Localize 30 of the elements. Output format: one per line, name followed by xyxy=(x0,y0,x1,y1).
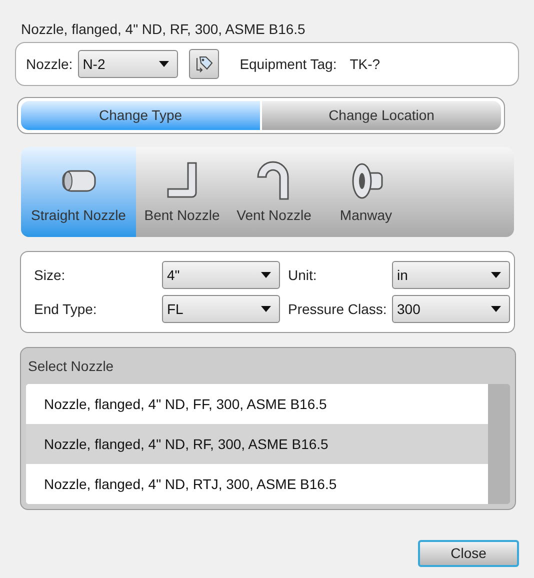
nozzle-type-button[interactable]: Manway xyxy=(320,147,412,237)
setting-label: Pressure Class: xyxy=(287,300,388,318)
nozzle-type-button[interactable]: Bent Nozzle xyxy=(136,147,228,237)
tag-button[interactable] xyxy=(188,49,219,79)
mode-tab[interactable]: Change Location xyxy=(262,101,501,130)
nozzle-type-button[interactable]: Straight Nozzle xyxy=(21,147,136,237)
dropdown-caret-icon xyxy=(158,61,169,67)
scrollbar[interactable] xyxy=(488,384,510,504)
setting-label: Size: xyxy=(34,266,66,284)
setting-dropdown[interactable]: 4" xyxy=(162,261,280,289)
nozzle-list-item[interactable]: Nozzle, flanged, 4" ND, RF, 300, ASME B16.5 xyxy=(26,424,488,464)
setting-label: Unit: xyxy=(287,266,318,284)
dropdown-caret-icon xyxy=(491,306,501,312)
nozzle-type-button[interactable]: Vent Nozzle xyxy=(228,147,320,237)
setting-dropdown[interactable]: 300 xyxy=(392,295,510,323)
dropdown-caret-icon xyxy=(261,306,271,312)
tag-icon xyxy=(194,54,214,74)
setting-label: End Type: xyxy=(34,300,98,319)
dropdown-caret-icon xyxy=(491,272,501,278)
dialog-title: Nozzle, flanged, 4" ND, RF, 300, ASME B16.5 xyxy=(20,20,306,37)
panel-title: Select Nozzle xyxy=(27,356,115,376)
setting-dropdown[interactable]: FL xyxy=(162,295,280,323)
setting-dropdown[interactable]: in xyxy=(392,261,510,289)
dropdown-caret-icon xyxy=(261,272,271,278)
equipment-tag-label: Equipment Tag: xyxy=(240,54,337,74)
close-button[interactable]: Close xyxy=(418,540,519,567)
nozzle-label: Nozzle: xyxy=(26,54,73,74)
nozzle-dropdown[interactable]: N-2 xyxy=(78,50,178,78)
equipment-tag-value: TK-? xyxy=(350,54,380,74)
mode-tab[interactable]: Change Type xyxy=(21,101,260,130)
